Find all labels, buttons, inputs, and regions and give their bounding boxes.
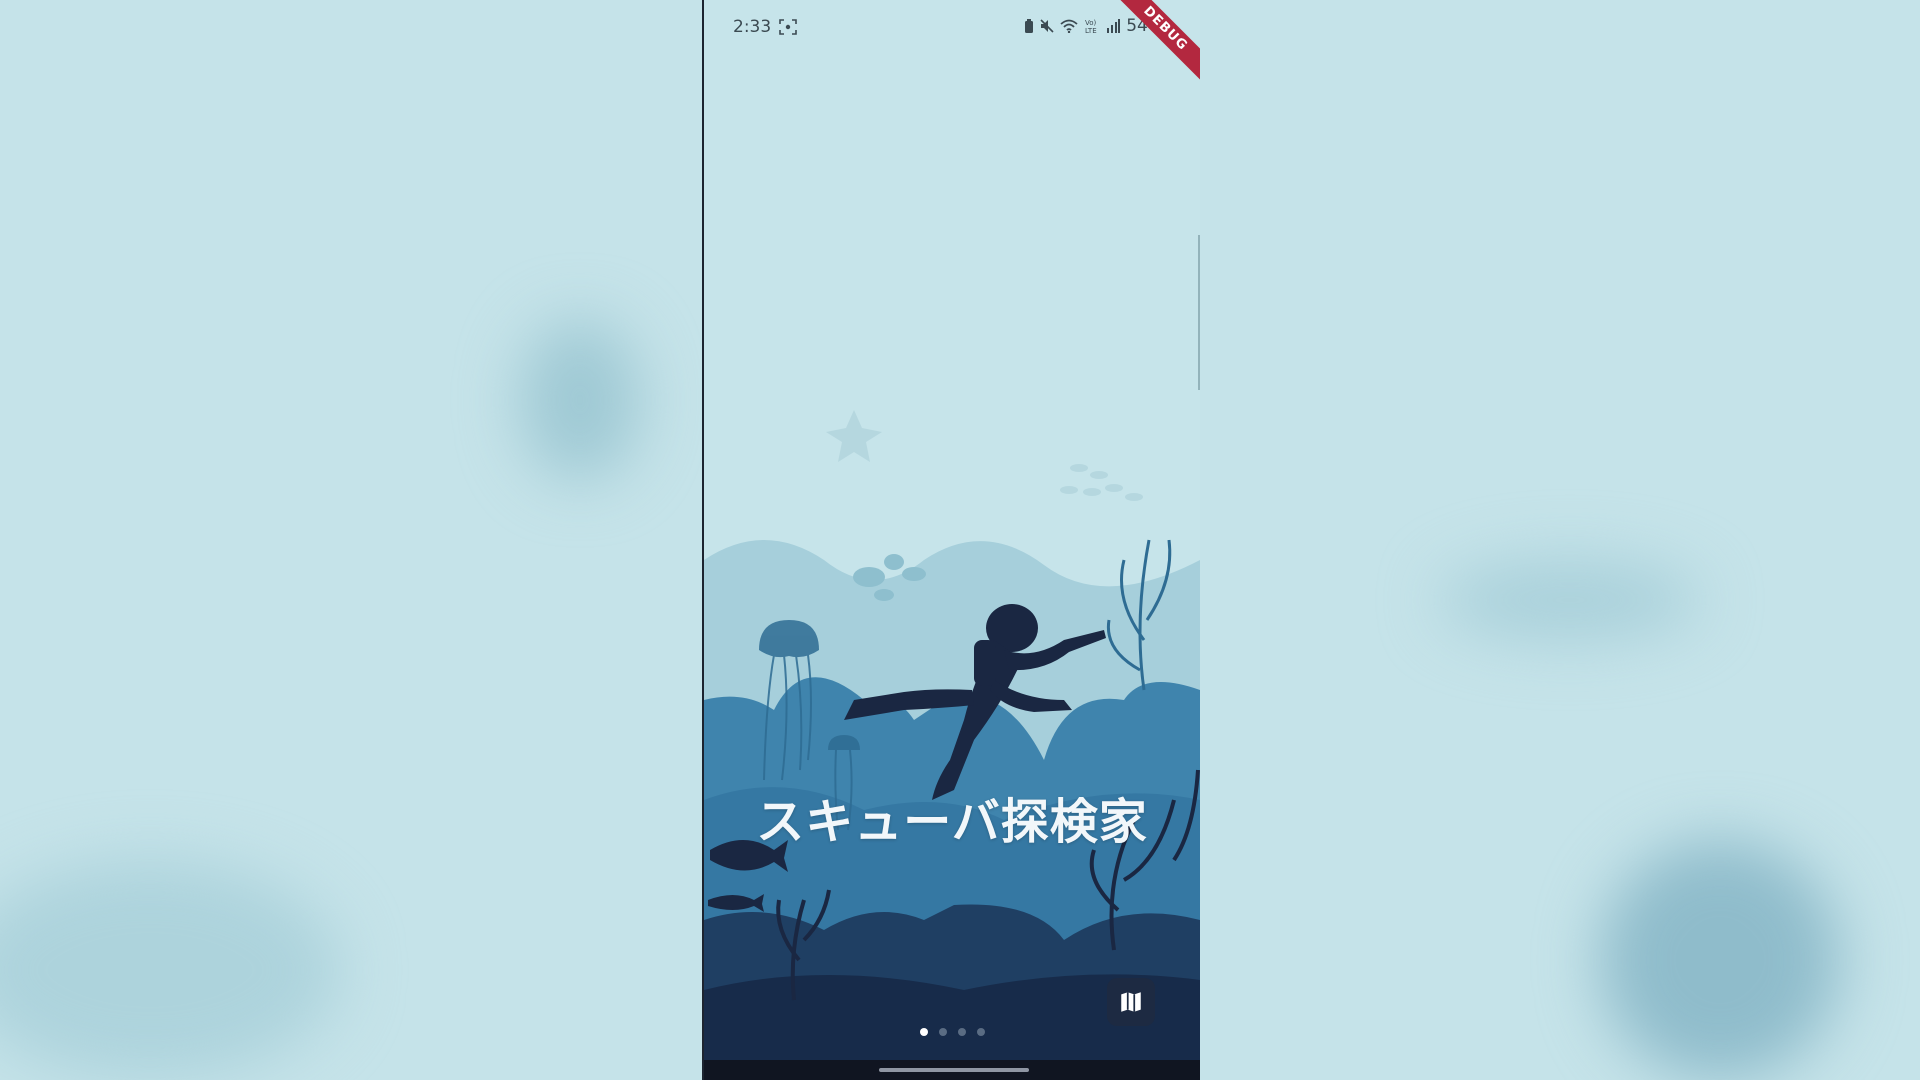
map-button[interactable]	[1107, 978, 1155, 1026]
status-time: 2:33	[733, 17, 772, 37]
svg-text:LTE: LTE	[1085, 27, 1097, 34]
svg-text:Vo): Vo)	[1085, 19, 1097, 27]
screenshot-icon	[779, 19, 797, 35]
battery-saver-icon	[1025, 18, 1034, 33]
system-navigation-bar	[704, 1060, 1200, 1080]
scroll-indicator	[1198, 235, 1200, 390]
signal-icon	[1107, 19, 1121, 33]
home-gesture-handle[interactable]	[879, 1068, 1029, 1072]
app-title: スキューバ探検家	[756, 794, 1148, 850]
page-dot-3[interactable]	[957, 1028, 966, 1036]
page-dot-4[interactable]	[976, 1028, 985, 1036]
underwater-scene-illustration	[704, 410, 1200, 1060]
status-bar: 2:33 Vo) LTE 54%	[704, 0, 1200, 56]
phone-screen: 2:33 Vo) LTE 54% DEBUG スキューバ探検家	[702, 0, 1200, 1080]
page-dot-2[interactable]	[938, 1028, 947, 1036]
mute-icon	[1040, 19, 1054, 33]
map-icon	[1121, 992, 1141, 1012]
page-dot-1[interactable]	[919, 1028, 928, 1036]
wifi-icon	[1060, 19, 1078, 33]
page-indicator	[704, 1028, 1200, 1036]
volte-icon: Vo)LTE	[1085, 19, 1097, 34]
